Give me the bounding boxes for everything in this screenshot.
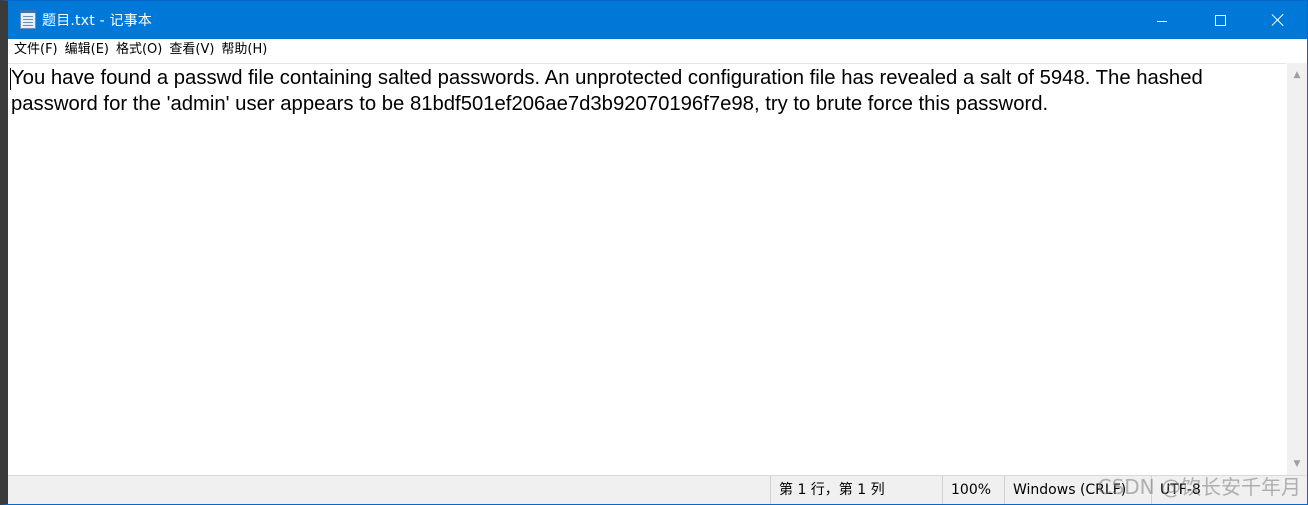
menu-bar: 文件(F) 编辑(E) 格式(O) 查看(V) 帮助(H)	[8, 39, 1307, 61]
window-controls	[1133, 1, 1307, 39]
vertical-scrollbar[interactable]: ▲ ▼	[1286, 63, 1307, 476]
menu-edit[interactable]: 编辑(E)	[63, 39, 114, 61]
minimize-button[interactable]	[1133, 1, 1191, 39]
menu-help[interactable]: 帮助(H)	[219, 39, 272, 61]
editor-content[interactable]: You have found a passwd file containing …	[11, 65, 1283, 117]
watermark: CSDN @饮长安千年月	[1097, 475, 1301, 499]
minimize-icon	[1157, 20, 1167, 22]
menu-format[interactable]: 格式(O)	[114, 39, 167, 61]
menu-file[interactable]: 文件(F)	[12, 39, 63, 61]
zoom-level: 100%	[942, 476, 1006, 504]
notepad-window: 题目.txt - 记事本 文件(F) 编辑(E) 格式(O) 查看(V) 帮助(…	[0, 0, 1308, 505]
notepad-icon[interactable]	[20, 10, 36, 29]
title-bar[interactable]: 题目.txt - 记事本	[8, 1, 1307, 39]
close-icon	[1272, 14, 1284, 26]
close-button[interactable]	[1249, 1, 1307, 39]
cursor-position: 第 1 行，第 1 列	[770, 476, 944, 504]
maximize-button[interactable]	[1191, 1, 1249, 39]
scroll-up-icon[interactable]: ▲	[1287, 65, 1307, 85]
status-bar: 第 1 行，第 1 列 100% Windows (CRLF) UTF-8 CS…	[8, 475, 1307, 504]
maximize-icon	[1214, 14, 1226, 26]
window-title: 题目.txt - 记事本	[42, 13, 153, 29]
text-editor[interactable]: You have found a passwd file containing …	[8, 63, 1287, 476]
menu-view[interactable]: 查看(V)	[167, 39, 219, 61]
